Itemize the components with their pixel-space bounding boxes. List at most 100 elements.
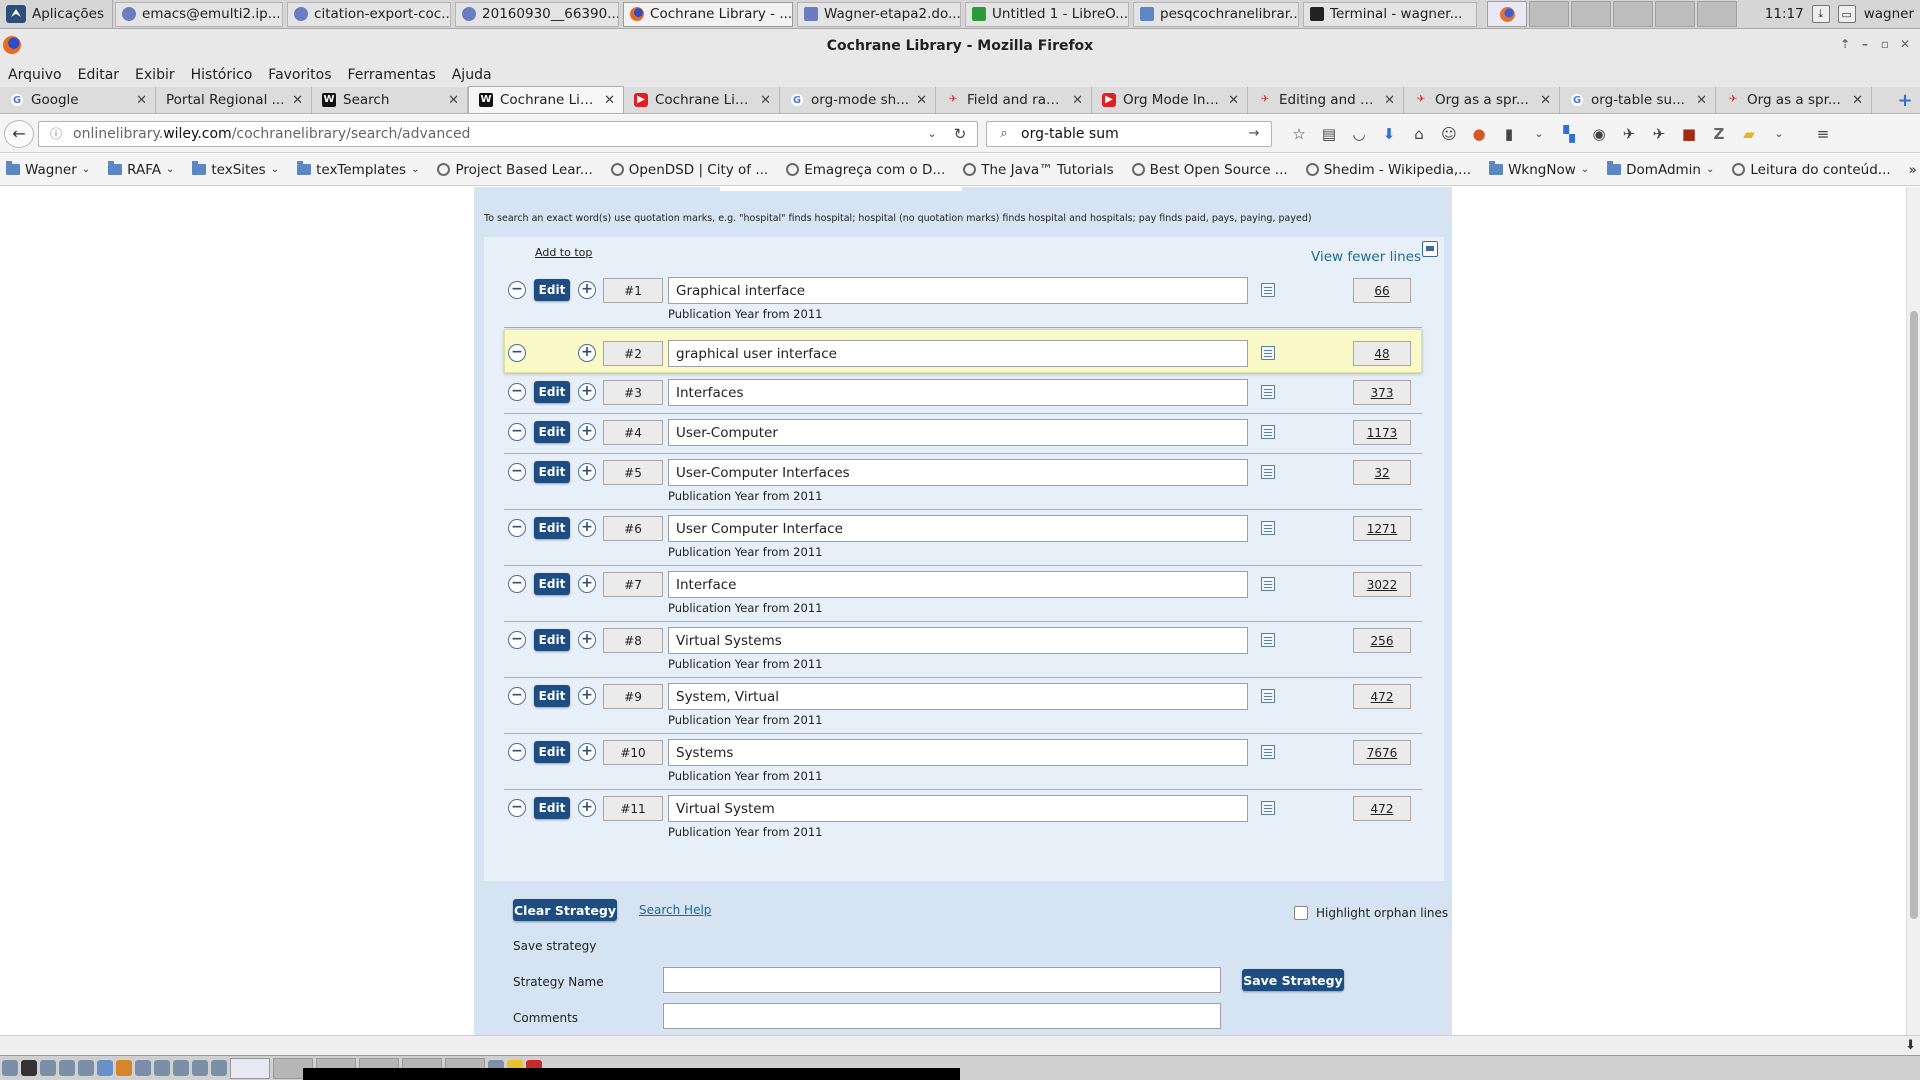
search-go-icon[interactable]: → (1243, 123, 1265, 145)
info-icon[interactable]: ⓘ (45, 123, 67, 145)
limits-icon[interactable] (1261, 745, 1275, 759)
close-tab-icon[interactable]: ✕ (1384, 93, 1395, 108)
result-count-link[interactable]: 48 (1353, 341, 1411, 366)
browser-tab-4[interactable]: W Cochrane Lib... ✕ (468, 86, 624, 113)
workspace-4[interactable] (1613, 1, 1654, 27)
reload-icon[interactable]: ↻ (949, 123, 971, 145)
limits-icon[interactable] (1261, 801, 1275, 815)
close-tab-icon[interactable]: ✕ (1228, 93, 1239, 108)
add-to-top-link[interactable]: Add to top (535, 246, 592, 259)
chat-icon[interactable]: ☺ (1438, 123, 1460, 145)
folder-extension-icon[interactable]: ▰ (1738, 123, 1760, 145)
monitor-launcher-icon[interactable] (211, 1060, 227, 1076)
add-line-icon[interactable]: + (578, 344, 596, 362)
zotero-icon[interactable]: Z (1708, 123, 1730, 145)
dark-reader-icon[interactable]: ◉ (1588, 123, 1610, 145)
search-term-input[interactable]: Virtual Systems (668, 627, 1248, 654)
remove-line-icon[interactable]: − (508, 281, 526, 299)
edit-line-button[interactable]: Edit (534, 685, 570, 707)
browser-tab-3[interactable]: W Search ✕ (312, 87, 468, 113)
bookmark-7[interactable]: Emagreça com o D... (786, 162, 945, 178)
edit-line-button[interactable]: Edit (534, 797, 570, 819)
url-bar[interactable]: ⓘ onlinelibrary.wiley.com/cochranelibrar… (38, 120, 978, 147)
bookmark-8[interactable]: The Java™ Tutorials (963, 162, 1114, 178)
remove-line-icon[interactable]: − (508, 383, 526, 401)
reading-list-icon[interactable]: ▤ (1318, 123, 1340, 145)
edit-line-button[interactable]: Edit (534, 741, 570, 763)
remove-line-icon[interactable]: − (508, 799, 526, 817)
scroll-down-arrow-icon[interactable]: ⬇ (1905, 1038, 1916, 1053)
workspace-5[interactable] (1655, 1, 1696, 27)
add-line-icon[interactable]: + (578, 423, 596, 441)
menu-editar[interactable]: Editar (70, 67, 127, 83)
browser-tab-2[interactable]: Portal Regional ... ✕ (156, 87, 312, 113)
bird-extension-2-icon[interactable]: ✈ (1648, 123, 1670, 145)
search-term-input[interactable]: User-Computer Interfaces (668, 459, 1248, 486)
limits-icon[interactable] (1261, 465, 1275, 479)
back-button[interactable]: ← (4, 119, 34, 148)
limits-icon[interactable] (1261, 385, 1275, 399)
os-task-2[interactable]: citation-export-coc... (287, 1, 452, 27)
pocket-icon[interactable]: ◡ (1348, 123, 1370, 145)
web-launcher-icon[interactable] (78, 1060, 94, 1076)
limits-icon[interactable] (1261, 346, 1275, 360)
search-term-input[interactable]: Graphical interface (668, 277, 1248, 304)
url-dropdown-icon[interactable]: ⌄ (921, 123, 943, 145)
add-line-icon[interactable]: + (578, 799, 596, 817)
os-task-1[interactable]: emacs@emulti2.ip... (115, 1, 284, 27)
remove-line-icon[interactable]: − (508, 344, 526, 362)
close-window-icon[interactable]: ✕ (1898, 37, 1912, 51)
browser-tab-12[interactable]: ✈ Org as a spr... ✕ (1716, 87, 1872, 113)
add-line-icon[interactable]: + (578, 743, 596, 761)
close-tab-icon[interactable]: ✕ (604, 93, 615, 108)
red-extension-icon[interactable]: ■ (1678, 123, 1700, 145)
bookmark-star-icon[interactable]: ☆ (1288, 123, 1310, 145)
result-count-link[interactable]: 1271 (1353, 516, 1411, 541)
print-icon[interactable] (1422, 241, 1438, 257)
browser-tab-9[interactable]: ✈ Editing and d... ✕ (1248, 87, 1404, 113)
minimize-icon[interactable]: – (1858, 37, 1872, 51)
app-launcher-icon[interactable] (116, 1060, 132, 1076)
close-tab-icon[interactable]: ✕ (1540, 93, 1551, 108)
home-icon[interactable]: ⌂ (1408, 123, 1430, 145)
editor-launcher-icon[interactable] (154, 1060, 170, 1076)
bookmark-9[interactable]: Best Open Source ... (1131, 162, 1288, 178)
clear-strategy-button[interactable]: Clear Strategy (513, 899, 617, 921)
bookmark-10[interactable]: Shedim - Wikipedia,... (1305, 162, 1471, 178)
url-text[interactable]: onlinelibrary.wiley.com/cochranelibrary/… (73, 126, 915, 142)
files-launcher-icon[interactable] (97, 1060, 113, 1076)
strategy-name-input[interactable] (663, 967, 1221, 993)
window-up-icon[interactable]: ⇡ (1838, 37, 1852, 51)
browser-tab-11[interactable]: Gorg-table su... ✕ (1560, 87, 1716, 113)
remove-line-icon[interactable]: − (508, 687, 526, 705)
browser-tab-10[interactable]: ✈ Org as a spr... ✕ (1404, 87, 1560, 113)
browser-tab-1[interactable]: G Google ✕ (0, 87, 156, 113)
media-launcher-icon[interactable] (173, 1060, 189, 1076)
downloads-icon[interactable]: ⬇ (1378, 123, 1400, 145)
clipboard-icon[interactable]: ▮ (1498, 123, 1520, 145)
result-count-link[interactable]: 373 (1353, 380, 1411, 405)
extension-dropdown-icon[interactable]: ⌄ (1528, 123, 1550, 145)
add-line-icon[interactable]: + (578, 631, 596, 649)
add-line-icon[interactable]: + (578, 519, 596, 537)
network-tray-icon[interactable]: ▭ (1837, 5, 1856, 23)
close-tab-icon[interactable]: ✕ (1696, 93, 1707, 108)
menu-favoritos[interactable]: Favoritos (260, 67, 339, 83)
share-icon[interactable]: ▚ (1558, 123, 1580, 145)
search-term-input[interactable]: User-Computer (668, 419, 1248, 446)
bookmark-11[interactable]: WkngNow ⌄ (1489, 161, 1589, 178)
limits-icon[interactable] (1261, 425, 1275, 439)
os-task-6[interactable]: Untitled 1 - LibreO... (965, 1, 1130, 27)
bookmark-1[interactable]: Wagner ⌄ (6, 161, 90, 178)
remove-line-icon[interactable]: − (508, 631, 526, 649)
highlight-orphan-checkbox[interactable] (1294, 906, 1308, 920)
result-count-link[interactable]: 472 (1353, 684, 1411, 709)
edit-line-button[interactable]: Edit (534, 279, 570, 301)
applications-menu[interactable]: Aplicações (0, 0, 114, 29)
remove-line-icon[interactable]: − (508, 743, 526, 761)
bookmarks-overflow-icon[interactable]: » (1909, 162, 1920, 178)
close-tab-icon[interactable]: ✕ (292, 93, 303, 108)
edit-line-button[interactable]: Edit (534, 461, 570, 483)
overflow-chevron-icon[interactable]: ⌄ (1768, 123, 1790, 145)
close-tab-icon[interactable]: ✕ (448, 93, 459, 108)
